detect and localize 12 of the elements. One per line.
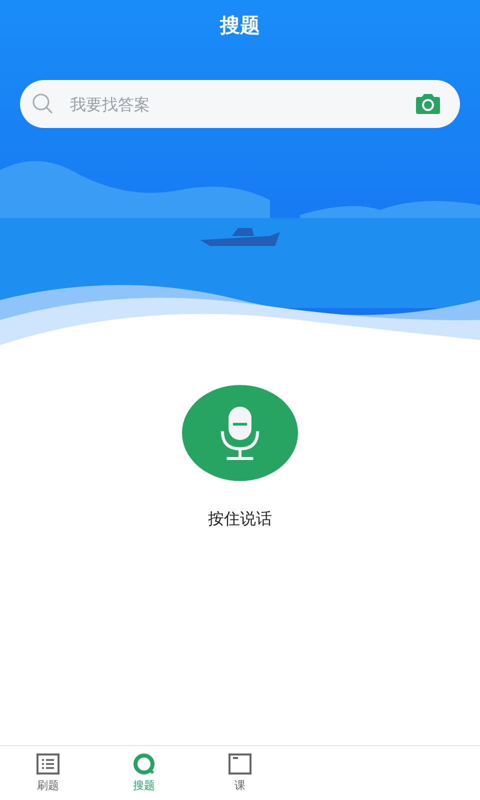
page-title: 搜题 [220,12,260,39]
microphone-icon [218,404,262,462]
hold-to-talk-label: 按住说话 [208,509,272,530]
search-field[interactable]: 我要找答案 [20,80,460,128]
search-icon [32,93,54,115]
list-icon [36,753,60,775]
camera-icon[interactable] [414,93,442,115]
search-icon [132,753,156,775]
search-field[interactable]: 我要找答案 [68,94,414,114]
tab[interactable]: 搜题 [96,746,192,800]
tab[interactable]: 刷题 [0,746,96,800]
tab[interactable]: 课 [192,746,288,800]
